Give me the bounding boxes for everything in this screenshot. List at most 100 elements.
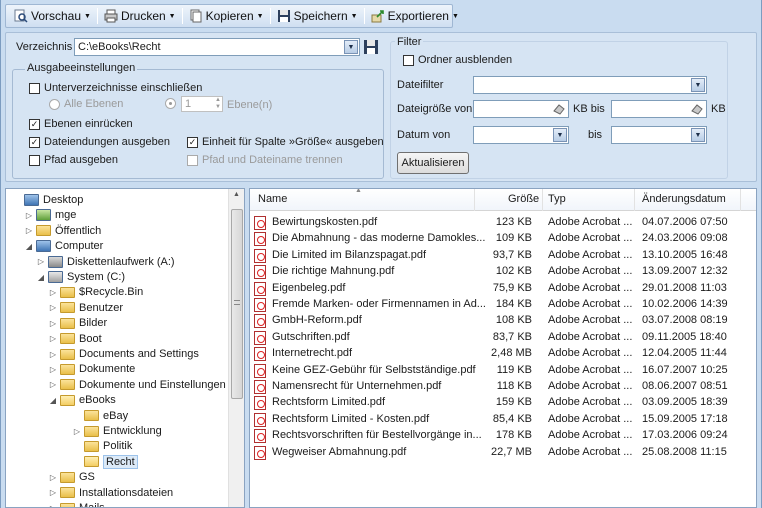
expand-arrow-icon[interactable]: ▷ — [48, 319, 58, 328]
file-row[interactable]: Eigenbeleg.pdf 75,9 KB Adobe Acrobat ... 29… — [250, 280, 756, 296]
file-row[interactable]: Gutschriften.pdf 83,7 KB Adobe Acrobat ...… — [250, 329, 756, 345]
radio-button[interactable] — [165, 98, 176, 109]
file-row[interactable]: Die Limited im Bilanzspagat.pdf 93,7 KB Ad… — [250, 247, 756, 263]
file-row[interactable]: Namensrecht für Unternehmen.pdf 118 KB Ado… — [250, 378, 756, 394]
file-row[interactable]: Rechtsform Limited - Kosten.pdf 85,4 KB Ad… — [250, 411, 756, 427]
file-row[interactable]: GmbH-Reform.pdf 108 KB Adobe Acrobat ... 03… — [250, 312, 756, 329]
column-divider[interactable] — [542, 189, 543, 211]
scroll-up-icon[interactable]: ▲ — [233, 191, 240, 198]
tree-item[interactable]: ▷ mge — [24, 207, 76, 223]
collapse-arrow-icon[interactable]: ◢ — [36, 273, 46, 282]
expand-arrow-icon[interactable]: ▷ — [48, 350, 58, 359]
tree-item[interactable]: ▷ GS — [48, 469, 95, 485]
tree-item[interactable]: ◢ Computer — [24, 238, 103, 254]
tree-item[interactable]: Recht — [72, 454, 138, 470]
file-row[interactable]: Rechtsform Limited.pdf 159 KB Adobe Acroba… — [250, 394, 756, 411]
file-row[interactable]: Keine GEZ-Gebühr für Selbstständige.pdf 1… — [250, 362, 756, 378]
tree-item[interactable]: ▷ Öffentlich — [24, 223, 101, 239]
collapse-arrow-icon[interactable]: ◢ — [24, 242, 34, 251]
checkbox-box[interactable] — [29, 154, 40, 166]
refresh-button[interactable]: Aktualisieren — [397, 152, 469, 174]
expand-arrow-icon[interactable]: ▷ — [48, 365, 58, 374]
all-levels-radio[interactable]: Alle Ebenen — [49, 98, 123, 110]
radio-button[interactable] — [49, 98, 60, 110]
column-name[interactable]: Name — [258, 193, 287, 205]
scrollbar-thumb[interactable] — [231, 209, 243, 399]
file-list[interactable]: Name ▲ Größe Typ Änderungsdatum Bewirtun… — [249, 188, 757, 508]
tree-item[interactable]: Desktop — [12, 192, 83, 208]
expand-arrow-icon[interactable]: ▷ — [48, 504, 58, 508]
copy-button[interactable]: Kopieren ▼ — [185, 6, 268, 26]
file-row[interactable]: Wegweiser Abmahnung.pdf 22,7 MB Adobe Acro… — [250, 444, 756, 460]
folder-tree[interactable]: ▷ Mails ▷ Installationsdateien ▷ GS Recht Polit… — [5, 188, 245, 508]
chevron-down-icon[interactable]: ▼ — [344, 40, 358, 54]
tree-item[interactable]: ▷ Installationsdateien — [48, 485, 173, 501]
column-divider[interactable] — [634, 189, 635, 211]
file-extensions-checkbox[interactable]: ✓ Dateiendungen ausgeben — [29, 136, 170, 148]
print-button[interactable]: Drucken ▼ — [100, 6, 180, 26]
column-divider[interactable] — [474, 189, 475, 211]
expand-arrow-icon[interactable]: ▷ — [48, 473, 58, 482]
file-row[interactable]: Die Abmahnung - das moderne Damokles... 1… — [250, 230, 756, 247]
include-subdirs-checkbox[interactable]: Unterverzeichnisse einschließen — [29, 82, 202, 94]
file-row[interactable]: Rechtsvorschriften für Bestellvorgänge i… — [250, 427, 756, 444]
tree-item[interactable]: ◢ System (C:) — [36, 269, 125, 285]
tree-item[interactable]: eBay — [72, 408, 128, 424]
chevron-down-icon[interactable]: ▼ — [553, 128, 567, 142]
export-button[interactable]: Exportieren ▼ — [367, 6, 463, 26]
expand-arrow-icon[interactable]: ▷ — [48, 288, 58, 297]
size-unit-checkbox[interactable]: ✓ Einheit für Spalte »Größe« ausgeben — [187, 136, 384, 148]
tree-item[interactable]: ▷ Bilder — [48, 315, 107, 331]
split-path-checkbox[interactable]: Pfad und Dateiname trennen — [187, 154, 343, 166]
tree-item[interactable]: ▷ Entwicklung — [72, 423, 162, 439]
expand-arrow-icon[interactable]: ▷ — [24, 211, 34, 220]
tree-item[interactable]: ▷ Boot — [48, 331, 102, 347]
hide-folders-checkbox[interactable]: Ordner ausblenden — [403, 54, 512, 66]
indent-levels-checkbox[interactable]: ✓ Ebenen einrücken — [29, 118, 133, 130]
expand-arrow-icon[interactable]: ▷ — [72, 427, 82, 436]
chevron-down-icon[interactable]: ▼ — [691, 128, 705, 142]
file-row[interactable]: Bewirtungskosten.pdf 123 KB Adobe Acrobat … — [250, 214, 756, 230]
file-row[interactable]: Die richtige Mahnung.pdf 102 KB Adobe Acro… — [250, 263, 756, 280]
levels-radio[interactable] — [165, 98, 180, 109]
levels-spinner[interactable]: 1 ▲ ▼ — [181, 96, 223, 112]
column-type[interactable]: Typ — [548, 193, 566, 205]
expand-arrow-icon[interactable]: ▷ — [36, 257, 46, 266]
file-filter-combobox[interactable]: ▼ — [473, 76, 707, 94]
expand-arrow-icon[interactable]: ▷ — [48, 334, 58, 343]
checkbox-box[interactable]: ✓ — [187, 136, 198, 148]
tree-item[interactable]: ▷ Dokumente — [48, 361, 135, 377]
column-size[interactable]: Größe — [508, 193, 539, 205]
tree-item[interactable]: ▷ Mails — [48, 500, 105, 508]
file-row[interactable]: Internetrecht.pdf 2,48 MB Adobe Acrobat ..… — [250, 345, 756, 362]
save-button[interactable]: Speichern ▼ — [273, 6, 362, 26]
expand-arrow-icon[interactable]: ▷ — [48, 488, 58, 497]
file-row[interactable]: Fremde Marken- oder Firmennamen in Ad...… — [250, 296, 756, 312]
checkbox-box[interactable]: ✓ — [29, 136, 40, 148]
size-from-input[interactable] — [473, 100, 569, 118]
checkbox-box[interactable] — [187, 154, 198, 166]
expand-arrow-icon[interactable]: ▷ — [48, 303, 58, 312]
column-divider[interactable] — [740, 189, 741, 211]
spinner-arrows-icon[interactable]: ▲ ▼ — [215, 97, 221, 111]
eraser-icon[interactable] — [552, 102, 566, 116]
directory-combobox[interactable]: C:\eBooks\Recht ▼ — [74, 38, 360, 56]
date-to-picker[interactable]: ▼ — [611, 126, 707, 144]
column-date[interactable]: Änderungsdatum — [642, 193, 726, 205]
size-to-input[interactable] — [611, 100, 707, 118]
print-path-checkbox[interactable]: Pfad ausgeben — [29, 154, 118, 166]
tree-item[interactable]: ▷ Dokumente und Einstellungen — [48, 377, 226, 393]
checkbox-box[interactable] — [403, 54, 414, 66]
tree-item[interactable]: ▷ Benutzer — [48, 300, 123, 316]
date-from-picker[interactable]: ▼ — [473, 126, 569, 144]
tree-item[interactable]: Politik — [72, 438, 132, 454]
eraser-icon[interactable] — [690, 102, 704, 116]
collapse-arrow-icon[interactable]: ◢ — [48, 396, 58, 405]
tree-scrollbar[interactable]: ▲ — [228, 189, 244, 507]
tree-item[interactable]: ▷ $Recycle.Bin — [48, 284, 143, 300]
tree-item[interactable]: ▷ Documents and Settings — [48, 346, 199, 362]
expand-arrow-icon[interactable]: ▷ — [24, 226, 34, 235]
checkbox-box[interactable]: ✓ — [29, 118, 40, 130]
preview-button[interactable]: Vorschau ▼ — [10, 6, 95, 26]
tree-item[interactable]: ◢ eBooks — [48, 392, 116, 408]
